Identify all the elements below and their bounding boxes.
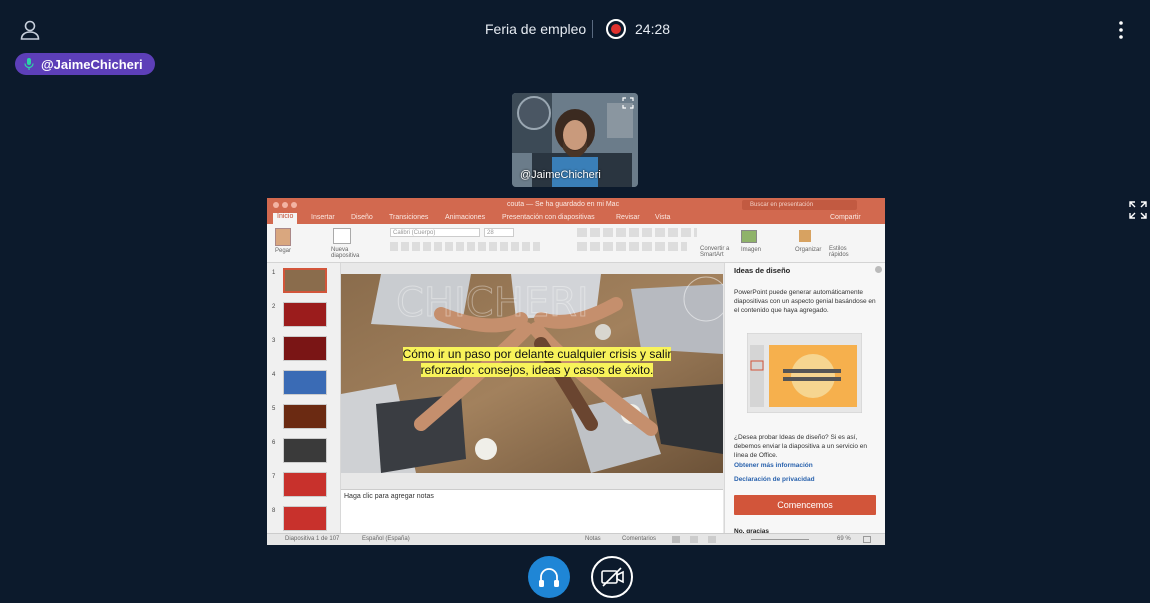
active-speaker-name: @JaimeChicheri (41, 56, 143, 72)
comencemos-button[interactable]: Comencemos (734, 495, 876, 515)
tab-insertar[interactable]: Insertar (311, 214, 335, 221)
document-title: couta — Se ha guardado en mi Mac (507, 201, 620, 208)
slide-thumbnail[interactable] (283, 438, 327, 463)
ribbon-tabs: Inicio Insertar Diseño Transiciones Anim… (267, 212, 885, 224)
tab-animaciones[interactable]: Animaciones (445, 214, 485, 221)
slide-caption: Cómo ir un paso por delante cualquier cr… (397, 346, 677, 378)
video-toggle-button[interactable] (591, 556, 633, 598)
notes-pane[interactable]: Haga clic para agregar notas (341, 489, 723, 534)
sorter-view-icon[interactable] (690, 536, 698, 543)
more-info-link[interactable]: Obtener más información (734, 461, 813, 470)
fullscreen-icon[interactable] (1129, 201, 1147, 219)
slide-thumbnail-number: 6 (272, 440, 276, 446)
slide-thumbnail-number: 8 (272, 508, 276, 514)
microphone-icon (24, 58, 34, 70)
recording-icon (606, 19, 626, 39)
notes-placeholder: Haga clic para agregar notas (344, 493, 434, 500)
tab-transiciones[interactable]: Transiciones (389, 214, 428, 221)
arrange-icon[interactable] (799, 230, 811, 242)
slide-counter: Diapositiva 1 de 107 (285, 536, 340, 542)
privacy-link[interactable]: Declaración de privacidad (734, 475, 815, 484)
comments-toggle[interactable]: Comentarios (622, 536, 656, 542)
window-minimize-icon[interactable] (282, 202, 288, 208)
image-icon[interactable] (741, 230, 757, 243)
slide-caption-text: Cómo ir un paso por delante cualquier cr… (402, 347, 672, 377)
slide-thumbnail[interactable] (283, 336, 327, 361)
slide-editor[interactable]: CHICHERI Cómo ir un paso por delante cua… (341, 263, 723, 489)
slide-thumbnail-number: 3 (272, 338, 276, 344)
zoom-slider[interactable] (751, 539, 809, 540)
design-ideas-description: PowerPoint puede generar automáticamente… (734, 289, 876, 314)
design-ideas-pane: Ideas de diseño PowerPoint puede generar… (724, 263, 885, 535)
status-bar: Diapositiva 1 de 107 Español (España) No… (267, 533, 885, 545)
tab-presentacion[interactable]: Presentación con diapositivas (502, 214, 595, 221)
user-icon[interactable] (18, 18, 42, 42)
tab-inicio[interactable]: Inicio (273, 213, 298, 224)
window-zoom-icon[interactable] (291, 202, 297, 208)
slide-thumbnail-number: 1 (272, 270, 276, 276)
audio-button[interactable] (528, 556, 570, 598)
active-speaker-badge: @JaimeChicheri (15, 53, 155, 75)
ppt-title-bar: couta — Se ha guardado en mi Mac Buscar … (267, 198, 885, 212)
zoom-level: 69 % (837, 536, 851, 542)
slide-thumbnail[interactable] (283, 302, 327, 327)
font-select[interactable]: Calibri (Cuerpo) (390, 228, 480, 237)
language-indicator[interactable]: Español (España) (362, 536, 410, 542)
paste-icon[interactable] (275, 228, 291, 246)
format-buttons[interactable] (390, 242, 540, 251)
slide-thumbnail-number: 7 (272, 474, 276, 480)
meeting-title: Feria de empleo (485, 21, 587, 37)
svg-text:CHICHERI: CHICHERI (396, 280, 589, 326)
video-off-icon (601, 567, 624, 587)
tab-vista[interactable]: Vista (655, 214, 670, 221)
design-ideas-illustration (747, 333, 862, 413)
notes-toggle[interactable]: Notas (585, 536, 601, 542)
arrange-label: Organizar (795, 247, 822, 253)
slide-thumbnail-number: 5 (272, 406, 276, 412)
paste-label: Pegar (275, 248, 292, 254)
alignment-buttons[interactable] (577, 242, 687, 251)
headphones-icon (539, 568, 559, 587)
close-pane-icon[interactable] (875, 266, 882, 273)
tab-revisar[interactable]: Revisar (616, 214, 640, 221)
design-ideas-question: ¿Desea probar Ideas de diseño? Si es así… (734, 434, 867, 459)
convert-smartart-label[interactable]: Convertir a SmartArt (700, 246, 730, 258)
fit-slide-icon[interactable] (863, 536, 871, 543)
slide-thumbnails: 1 2 3 4 5 6 7 8 (267, 263, 341, 533)
image-label: Imagen (741, 247, 762, 253)
normal-view-icon[interactable] (672, 536, 680, 543)
slide-thumbnail-number: 2 (272, 304, 276, 310)
slide-thumbnail[interactable] (283, 506, 327, 531)
window-close-icon[interactable] (273, 202, 279, 208)
new-slide-label: Nueva diapositiva (331, 247, 360, 259)
font-size-select[interactable]: 28 (484, 228, 514, 237)
slide-thumbnail[interactable] (283, 370, 327, 395)
slide-thumbnail-number: 4 (272, 372, 276, 378)
participant-video-tile[interactable]: @JaimeChicheri (512, 93, 638, 187)
tab-diseno[interactable]: Diseño (351, 214, 373, 221)
title-divider (592, 20, 593, 38)
slide-thumbnail[interactable] (283, 472, 327, 497)
search-input[interactable]: Buscar en presentación (742, 200, 857, 210)
recording-time: 24:28 (635, 21, 671, 37)
share-button[interactable]: Compartir (830, 214, 861, 221)
slide-thumbnail[interactable] (283, 404, 327, 429)
participant-name: @JaimeChicheri (520, 169, 601, 181)
more-options-icon[interactable] (1112, 18, 1130, 42)
quick-styles-label[interactable]: Estilos rápidos (829, 246, 855, 258)
paragraph-buttons[interactable] (577, 228, 697, 237)
slide-thumbnail[interactable] (283, 268, 327, 293)
design-ideas-title: Ideas de diseño (734, 266, 791, 275)
shared-screen[interactable]: couta — Se ha guardado en mi Mac Buscar … (267, 198, 885, 545)
expand-icon[interactable] (622, 96, 634, 109)
new-slide-icon[interactable] (333, 228, 351, 244)
ribbon-toolbar: Pegar Nueva diapositiva Calibri (Cuerpo)… (267, 224, 885, 263)
reading-view-icon[interactable] (708, 536, 716, 543)
